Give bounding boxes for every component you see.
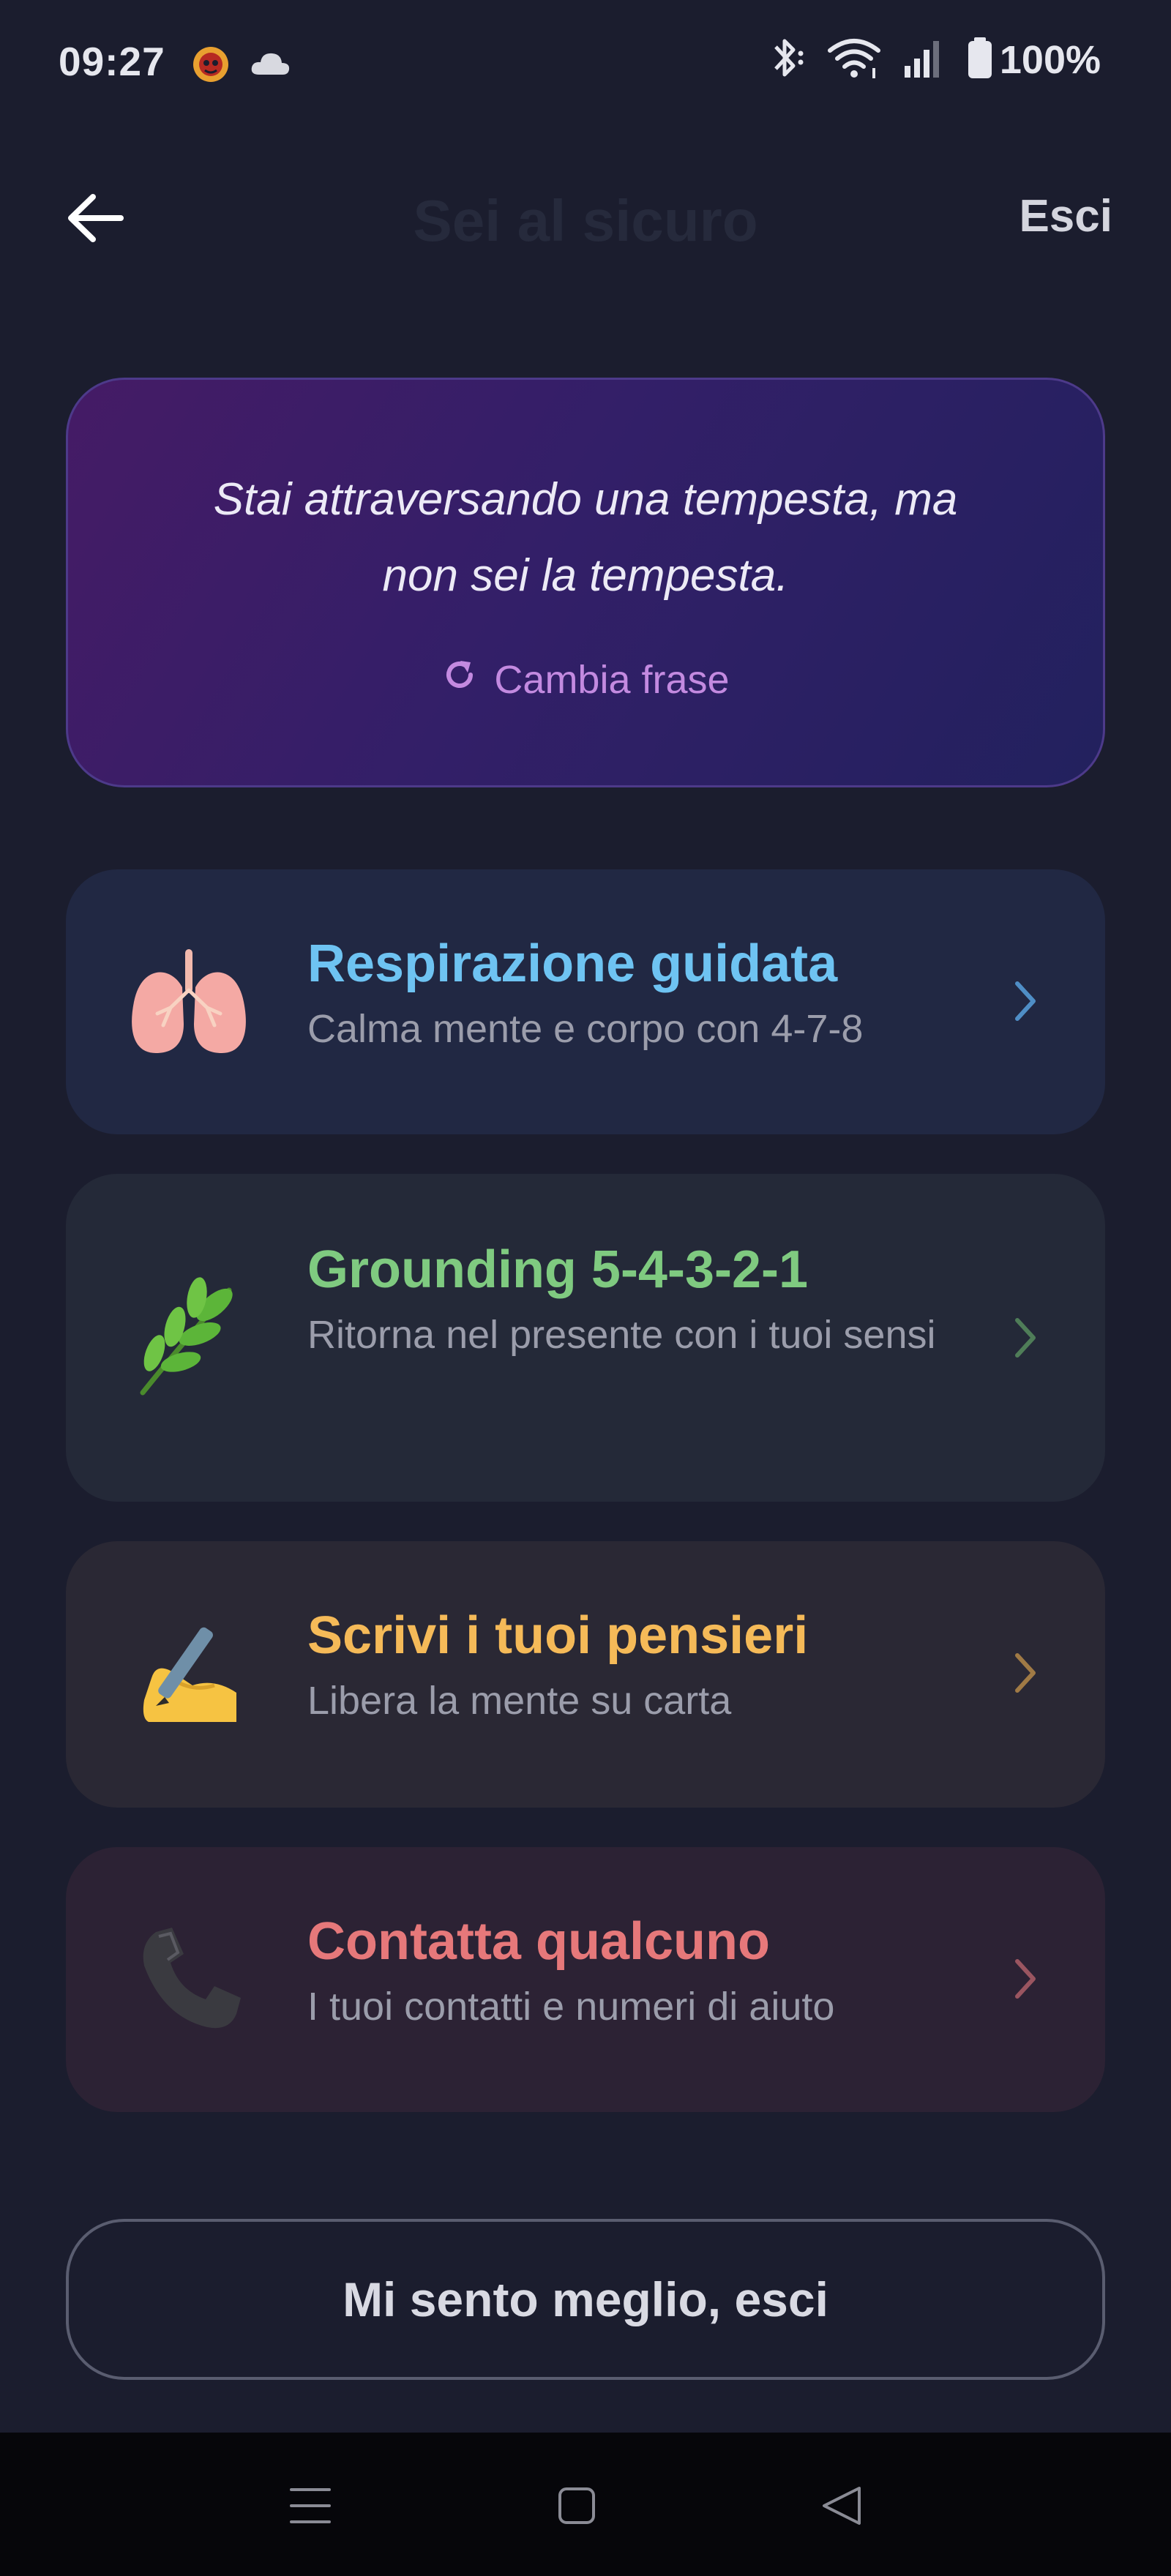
menu-icon[interactable] [274,2469,347,2542]
battery-icon [966,36,994,83]
writing-hand-icon [123,1609,255,1740]
chevron-right-icon [1003,1950,1047,2008]
signal-icon [902,37,946,83]
breathing-title: Respirazione guidata [307,935,838,993]
home-icon[interactable] [540,2469,613,2542]
feel-better-exit-button[interactable]: Mi sento meglio, esci [66,2219,1105,2380]
journaling-subtitle: Libera la mente su carta [307,1679,732,1723]
battery-percentage: 100% [999,37,1101,82]
system-nav-bar [0,2433,1171,2576]
app-header: Sei al sicuro Esci [0,168,1171,271]
status-right: 100% [766,35,1101,84]
status-time: 09:27 [59,39,165,84]
screen: 09:27 100% Sei al sicuro Esci Stai attra… [0,0,1171,2576]
telephone-icon [123,1914,255,2045]
exit-link[interactable]: Esci [1019,190,1112,242]
battery-indicator: 100% [966,36,1101,83]
grounding-subtitle: Ritorna nel presente con i tuoi sensi [307,1313,936,1357]
contact-title: Contatta qualcuno [307,1912,770,1971]
notification-app-icon [189,41,233,89]
breathing-card[interactable]: Respirazione guidata Calma mente e corpo… [66,869,1105,1134]
status-left-icons [189,41,291,89]
status-bar: 09:27 100% [0,0,1171,128]
lungs-icon [123,936,255,1068]
grounding-title: Grounding 5-4-3-2-1 [307,1240,809,1299]
journaling-title: Scrivi i tuoi pensieri [307,1606,809,1665]
bluetooth-icon [766,35,807,84]
grounding-card[interactable]: Grounding 5-4-3-2-1 Ritorna nel presente… [66,1174,1105,1502]
contact-card[interactable]: Contatta qualcuno I tuoi contatti e nume… [66,1847,1105,2112]
chevron-right-icon [1003,1308,1047,1367]
change-phrase-label: Cambia frase [494,657,730,702]
cloud-icon [249,48,291,81]
refresh-icon [441,656,478,703]
wifi-icon [827,36,881,83]
back-icon[interactable] [805,2469,878,2542]
breathing-subtitle: Calma mente e corpo con 4-7-8 [307,1007,864,1051]
chevron-right-icon [1003,972,1047,1030]
journaling-card[interactable]: Scrivi i tuoi pensieri Libera la mente s… [66,1541,1105,1808]
quote-card: Stai attraversando una tempesta, ma non … [66,378,1105,787]
contact-subtitle: I tuoi contatti e numeri di aiuto [307,1985,835,2029]
chevron-right-icon [1003,1644,1047,1702]
page-title: Sei al sicuro [413,188,758,253]
herb-icon [123,1272,255,1404]
change-phrase-button[interactable]: Cambia frase [68,656,1103,703]
quote-text: Stai attraversando una tempesta, ma non … [213,474,958,601]
